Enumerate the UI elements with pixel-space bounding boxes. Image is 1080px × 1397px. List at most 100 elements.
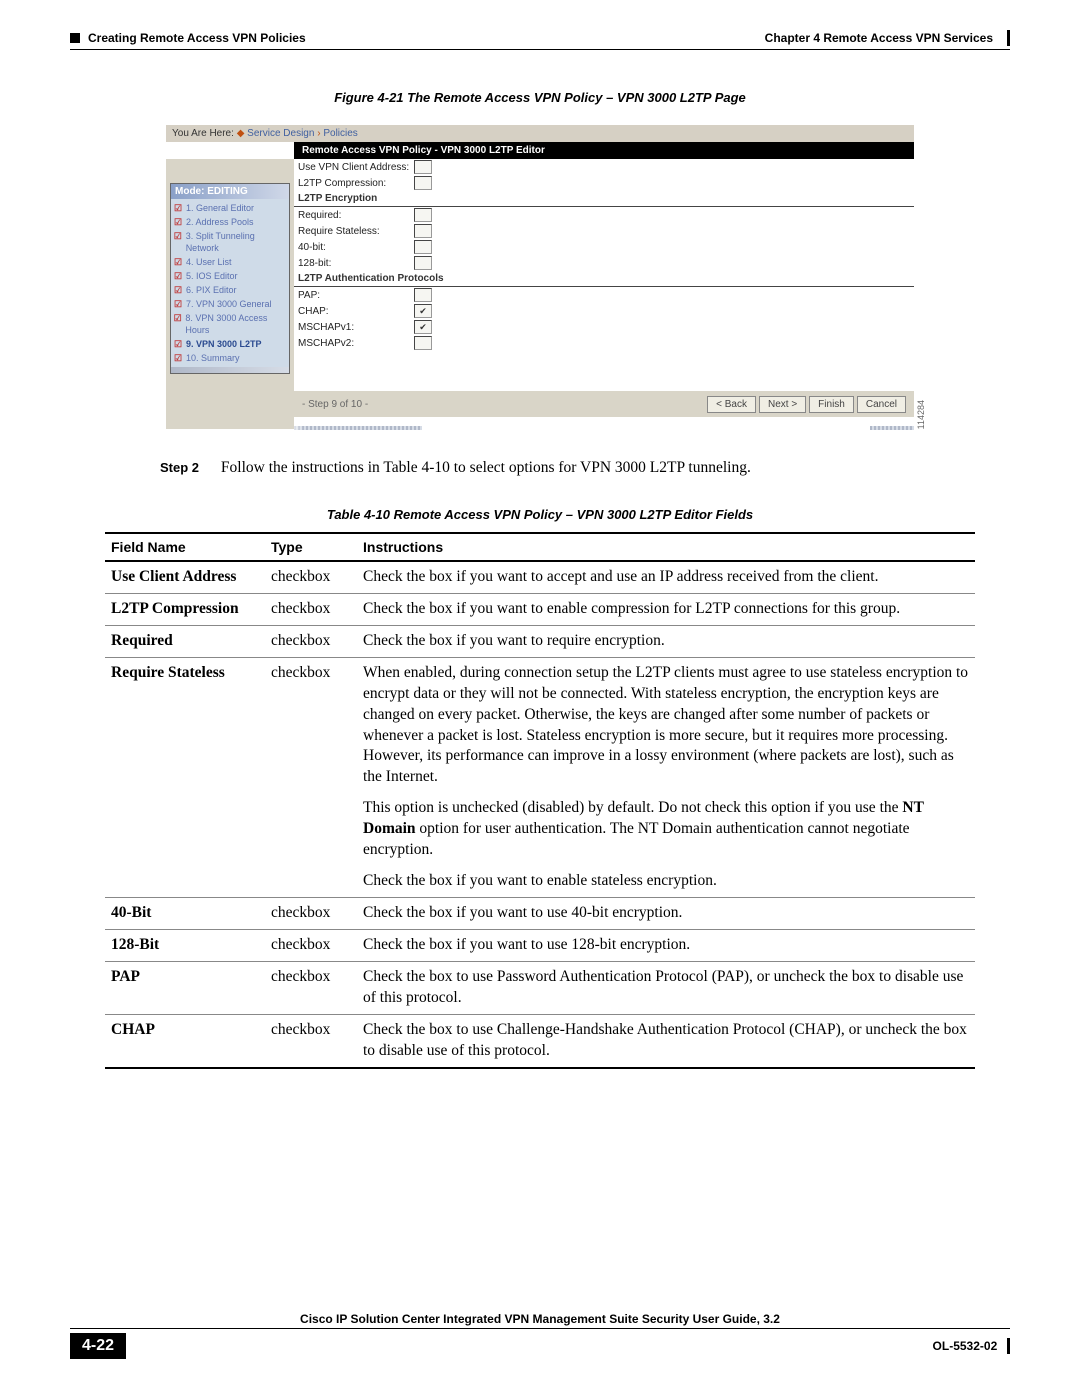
table-row: Require Stateless checkbox When enabled,… [105,657,975,897]
mode-box: Mode: EDITING ☑1. General Editor ☑2. Add… [170,183,290,374]
table-header-row: Field Name Type Instructions [105,533,975,561]
mode-header: Mode: EDITING [171,184,289,199]
next-button[interactable]: Next > [759,396,806,413]
header-rule [70,49,1010,50]
section-l2tp-encryption: L2TP Encryption [294,191,914,207]
document-page: Creating Remote Access VPN Policies Chap… [0,0,1080,1397]
checkbox-mschapv2[interactable] [414,336,432,350]
wizard-buttons: < Back Next > Finish Cancel [707,396,906,413]
step-text-1: Follow the instructions in [221,459,383,476]
check-icon: ☑ [173,352,183,364]
table-row: Use Client Address checkbox Check the bo… [105,561,975,593]
wizard-sidebar: Mode: EDITING ☑1. General Editor ☑2. Add… [166,159,294,429]
nav-item-4[interactable]: ☑4. User List [173,255,287,269]
row-chap: CHAP:✔ [294,303,914,319]
finish-button[interactable]: Finish [809,396,854,413]
nav-item-10[interactable]: ☑10. Summary [173,351,287,365]
nav-item-3[interactable]: ☑3. Split Tunneling Network [173,229,287,255]
dot-icon: ◆ [237,128,245,139]
instr-require-stateless: When enabled, during connection setup th… [357,657,975,897]
footer-row: 4-22 OL-5532-02 [60,1333,1020,1359]
check-icon: ☑ [173,312,182,324]
checkbox-128bit[interactable] [414,256,432,270]
mode-footer-stripe [171,367,289,373]
editor-title: Remote Access VPN Policy - VPN 3000 L2TP… [294,142,914,159]
check-icon: ☑ [173,270,183,282]
check-icon: ☑ [173,230,183,242]
step-indicator: - Step 9 of 10 - [302,399,368,410]
nav-item-6[interactable]: ☑6. PIX Editor [173,283,287,297]
table-caption: Table 4-10 Remote Access VPN Policy – VP… [60,507,1020,522]
check-icon: ☑ [173,284,183,296]
breadcrumb-label: You Are Here: [172,128,234,139]
footer-title: Cisco IP Solution Center Integrated VPN … [70,1312,1010,1329]
page-number: 4-22 [70,1333,126,1359]
chevron-right-icon: › [317,128,320,139]
back-button[interactable]: < Back [707,396,756,413]
row-require-stateless: Require Stateless: [294,223,914,239]
editor-body: Mode: EDITING ☑1. General Editor ☑2. Add… [166,159,914,429]
breadcrumb-bar: You Are Here: ◆ Service Design › Policie… [166,125,914,142]
row-128bit: 128-bit: [294,255,914,271]
checkbox-40bit[interactable] [414,240,432,254]
header-left: Creating Remote Access VPN Policies [70,31,306,45]
row-mschapv1: MSCHAPv1:✔ [294,319,914,335]
checkbox-use-client-address[interactable] [414,160,432,174]
header-square-icon [70,33,80,43]
breadcrumb-link-2[interactable]: Policies [323,128,357,139]
table-row: Required checkbox Check the box if you w… [105,625,975,657]
decor-stripe-left [294,426,422,430]
row-required: Required: [294,207,914,223]
doc-id: OL-5532-02 [933,1339,998,1353]
breadcrumb-link-1[interactable]: Service Design [247,128,314,139]
th-field-name: Field Name [105,533,265,561]
row-pap: PAP: [294,287,914,303]
nav-list: ☑1. General Editor ☑2. Address Pools ☑3.… [171,199,289,367]
page-footer: Cisco IP Solution Center Integrated VPN … [60,1312,1020,1359]
step-text-2: to select options for VPN 3000 L2TP tunn… [450,459,751,476]
image-id: 114284 [916,400,926,429]
table-row: CHAP checkbox Check the box to use Chall… [105,1014,975,1067]
section-l2tp-auth: L2TP Authentication Protocols [294,271,914,287]
table-row: PAP checkbox Check the box to use Passwo… [105,961,975,1014]
nav-item-8[interactable]: ☑8. VPN 3000 Access Hours [173,311,287,337]
table-reference-link[interactable]: Table 4-10 [383,459,450,476]
fields-table: Field Name Type Instructions Use Client … [105,532,975,1069]
row-40bit: 40-bit: [294,239,914,255]
screenshot: You Are Here: ◆ Service Design › Policie… [166,125,914,429]
nav-item-7[interactable]: ☑7. VPN 3000 General [173,297,287,311]
editor-form: Use VPN Client Address: L2TP Compression… [294,159,914,429]
page-header: Creating Remote Access VPN Policies Chap… [60,30,1020,49]
header-bar-icon [1007,30,1010,46]
checkbox-require-stateless[interactable] [414,224,432,238]
nav-item-1[interactable]: ☑1. General Editor [173,201,287,215]
footer-bar-icon [1007,1338,1010,1354]
nav-item-2[interactable]: ☑2. Address Pools [173,215,287,229]
row-l2tp-compression: L2TP Compression: [294,175,914,191]
header-left-text: Creating Remote Access VPN Policies [88,31,306,45]
check-icon: ☑ [173,298,183,310]
checkbox-l2tp-compression[interactable] [414,176,432,190]
step-label: Step 2 [160,460,199,475]
nav-item-9-active[interactable]: ☑9. VPN 3000 L2TP [173,337,287,351]
checkbox-required[interactable] [414,208,432,222]
nav-item-5[interactable]: ☑5. IOS Editor [173,269,287,283]
th-type: Type [265,533,357,561]
decor-stripe-right [870,426,914,430]
check-icon: ☑ [173,338,183,350]
wizard-footer: - Step 9 of 10 - < Back Next > Finish Ca… [294,391,914,417]
row-mschapv2: MSCHAPv2: [294,335,914,351]
check-icon: ☑ [173,216,183,228]
table-row: L2TP Compression checkbox Check the box … [105,593,975,625]
table-row: 128-Bit checkbox Check the box if you wa… [105,929,975,961]
header-right: Chapter 4 Remote Access VPN Services [765,30,1010,46]
checkbox-mschapv1[interactable]: ✔ [414,320,432,334]
check-icon: ☑ [173,256,183,268]
table-row: 40-Bit checkbox Check the box if you wan… [105,897,975,929]
cancel-button[interactable]: Cancel [857,396,906,413]
header-right-text: Chapter 4 Remote Access VPN Services [765,31,993,45]
checkbox-chap[interactable]: ✔ [414,304,432,318]
figure-caption: Figure 4-21 The Remote Access VPN Policy… [60,90,1020,105]
row-use-client-address: Use VPN Client Address: [294,159,914,175]
checkbox-pap[interactable] [414,288,432,302]
